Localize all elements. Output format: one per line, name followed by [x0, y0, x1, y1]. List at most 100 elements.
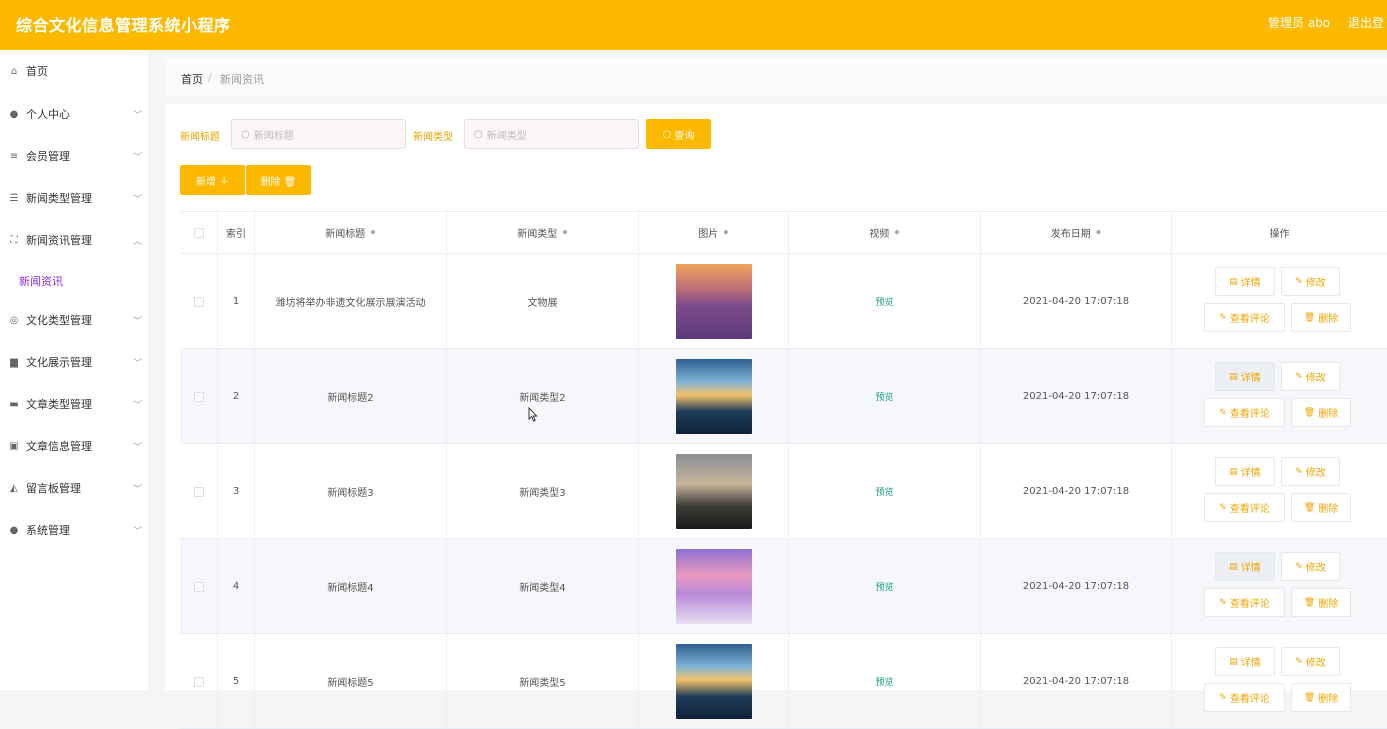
- video-preview-link[interactable]: 预览: [875, 675, 893, 688]
- column-header-video[interactable]: 视频 ◆: [789, 212, 981, 254]
- document-icon: ▤: [1229, 561, 1238, 572]
- delete-button[interactable]: 🗑 删除: [1291, 683, 1351, 712]
- edit-button[interactable]: ✎ 修改: [1281, 362, 1340, 391]
- row-checkbox[interactable]: [193, 296, 204, 307]
- row-ops-cell: ▤ 详情 ✎ 修改 ✎ 查看评论 🗑 删除: [1172, 254, 1387, 349]
- edit-button-label: 修改: [1305, 658, 1326, 669]
- edit-button[interactable]: ✎ 修改: [1281, 457, 1340, 486]
- view-comments-button[interactable]: ✎ 查看评论: [1204, 303, 1285, 332]
- column-header-image[interactable]: 图片 ◆: [639, 212, 789, 254]
- add-button[interactable]: 新增 ＋: [180, 165, 245, 195]
- video-preview-link[interactable]: 预览: [875, 485, 893, 498]
- detail-button-label: 详情: [1240, 468, 1261, 479]
- logout-link[interactable]: 退出登: [1348, 14, 1384, 31]
- row-checkbox-cell: [180, 349, 218, 444]
- sidebar-item[interactable]: ☰ 新闻类型管理 ﹀: [0, 177, 148, 219]
- select-all-checkbox[interactable]: [193, 227, 204, 238]
- delete-button-label: 删除: [1318, 314, 1339, 325]
- chevron-down-icon: ﹀: [132, 358, 142, 369]
- home-icon: ⌂: [10, 65, 18, 77]
- delete-button-label: 删除: [1318, 599, 1339, 610]
- sort-icon[interactable]: ◆: [1096, 229, 1101, 236]
- query-button[interactable]: ○ 查询: [646, 119, 711, 149]
- edit-button[interactable]: ✎ 修改: [1281, 647, 1340, 676]
- breadcrumb: 首页 / 新闻资讯: [165, 58, 1387, 96]
- news-thumbnail-image[interactable]: [675, 359, 752, 434]
- video-preview-link[interactable]: 预览: [875, 390, 893, 403]
- view-comments-button[interactable]: ✎ 查看评论: [1204, 588, 1285, 617]
- edit-button[interactable]: ✎ 修改: [1281, 552, 1340, 581]
- row-ops-cell: ▤ 详情 ✎ 修改 ✎ 查看评论 🗑 删除: [1172, 634, 1387, 729]
- column-header-date[interactable]: 发布日期 ◆: [981, 212, 1172, 254]
- view-comments-button-label: 查看评论: [1229, 599, 1270, 610]
- chevron-down-icon: ﹀: [132, 316, 142, 327]
- sidebar-item[interactable]: ◎ 文化类型管理 ﹀: [0, 299, 148, 341]
- row-date: 2021-04-20 17:07:18: [981, 539, 1172, 634]
- compass-icon: ◎: [9, 314, 19, 326]
- breadcrumb-home[interactable]: 首页: [181, 71, 203, 87]
- sort-icon[interactable]: ◆: [562, 229, 567, 236]
- edit-icon: ✎: [1295, 466, 1303, 477]
- view-comments-button-label: 查看评论: [1229, 504, 1270, 515]
- edit-icon: ✎: [1219, 407, 1227, 418]
- detail-button[interactable]: ▤ 详情: [1215, 552, 1275, 581]
- row-checkbox[interactable]: [193, 676, 204, 687]
- delete-button[interactable]: 🗑 删除: [1291, 493, 1351, 522]
- delete-button[interactable]: 🗑 删除: [1291, 588, 1351, 617]
- edit-button[interactable]: ✎ 修改: [1281, 267, 1340, 296]
- row-video-cell: 预览: [789, 254, 981, 349]
- query-button-label: 查询: [674, 130, 695, 142]
- column-header-type[interactable]: 新闻类型 ◆: [447, 212, 639, 254]
- type-search-placeholder: 新闻类型: [486, 130, 527, 142]
- row-video-cell: 预览: [789, 539, 981, 634]
- view-comments-button[interactable]: ✎ 查看评论: [1204, 683, 1285, 712]
- document-icon: ▤: [1229, 371, 1238, 382]
- delete-button[interactable]: 🗑 删除: [1291, 303, 1351, 332]
- sidebar-item[interactable]: ● 个人中心 ﹀: [0, 93, 148, 135]
- document-icon: ▤: [1229, 656, 1238, 667]
- expand-icon: ⛶: [10, 234, 18, 246]
- row-checkbox[interactable]: [193, 391, 204, 402]
- detail-button[interactable]: ▤ 详情: [1215, 362, 1275, 391]
- detail-button[interactable]: ▤ 详情: [1215, 457, 1275, 486]
- sidebar-subitem-news[interactable]: 新闻资讯: [19, 273, 63, 289]
- video-preview-link[interactable]: 预览: [875, 295, 893, 308]
- sidebar-item[interactable]: ● 系统管理 ﹀: [0, 509, 148, 551]
- detail-button[interactable]: ▤ 详情: [1215, 267, 1275, 296]
- sidebar-item[interactable]: ▬ 文章类型管理 ﹀: [0, 383, 148, 425]
- row-title: 潍坊将举办非遗文化展示展演活动: [255, 254, 447, 349]
- view-comments-button[interactable]: ✎ 查看评论: [1204, 493, 1285, 522]
- detail-button-label: 详情: [1240, 278, 1261, 289]
- news-thumbnail-image[interactable]: [675, 454, 752, 529]
- type-search-input[interactable]: ○ 新闻类型: [464, 119, 639, 149]
- sidebar-item[interactable]: ⛶ 新闻资讯管理 ︿: [0, 219, 148, 261]
- row-checkbox[interactable]: [193, 486, 204, 497]
- sidebar-item[interactable]: ◭ 留言板管理 ﹀: [0, 467, 148, 509]
- news-thumbnail-image[interactable]: [675, 549, 752, 624]
- sort-icon[interactable]: ◆: [894, 229, 899, 236]
- news-thumbnail-image[interactable]: [675, 264, 752, 339]
- edit-button-label: 修改: [1305, 563, 1326, 574]
- title-search-input[interactable]: ○ 新闻标题: [231, 119, 406, 149]
- sidebar-item[interactable]: ≡ 会员管理 ﹀: [0, 135, 148, 177]
- trash-icon: 🗑: [1303, 502, 1316, 513]
- row-checkbox[interactable]: [193, 581, 204, 592]
- news-thumbnail-image[interactable]: [675, 644, 752, 719]
- app-title: 综合文化信息管理系统小程序: [16, 16, 231, 35]
- column-header-title[interactable]: 新闻标题 ◆: [255, 212, 447, 254]
- sidebar-item[interactable]: ▣ 文章信息管理 ﹀: [0, 425, 148, 467]
- sidebar-item[interactable]: ⌂ 首页: [0, 50, 148, 92]
- row-date: 2021-04-20 17:07:18: [981, 254, 1172, 349]
- sort-icon[interactable]: ◆: [370, 229, 375, 236]
- video-preview-link[interactable]: 预览: [875, 580, 893, 593]
- ticket-icon: ▬: [9, 398, 19, 410]
- detail-button[interactable]: ▤ 详情: [1215, 647, 1275, 676]
- edit-button-label: 修改: [1305, 468, 1326, 479]
- view-comments-button[interactable]: ✎ 查看评论: [1204, 398, 1285, 427]
- row-title: 新闻标题3: [255, 444, 447, 539]
- batch-delete-button[interactable]: 删除 🗑: [246, 165, 311, 195]
- delete-button[interactable]: 🗑 删除: [1291, 398, 1351, 427]
- sort-icon[interactable]: ◆: [723, 229, 728, 236]
- sidebar-item[interactable]: ▆ 文化展示管理 ﹀: [0, 341, 148, 383]
- row-checkbox-cell: [180, 634, 218, 729]
